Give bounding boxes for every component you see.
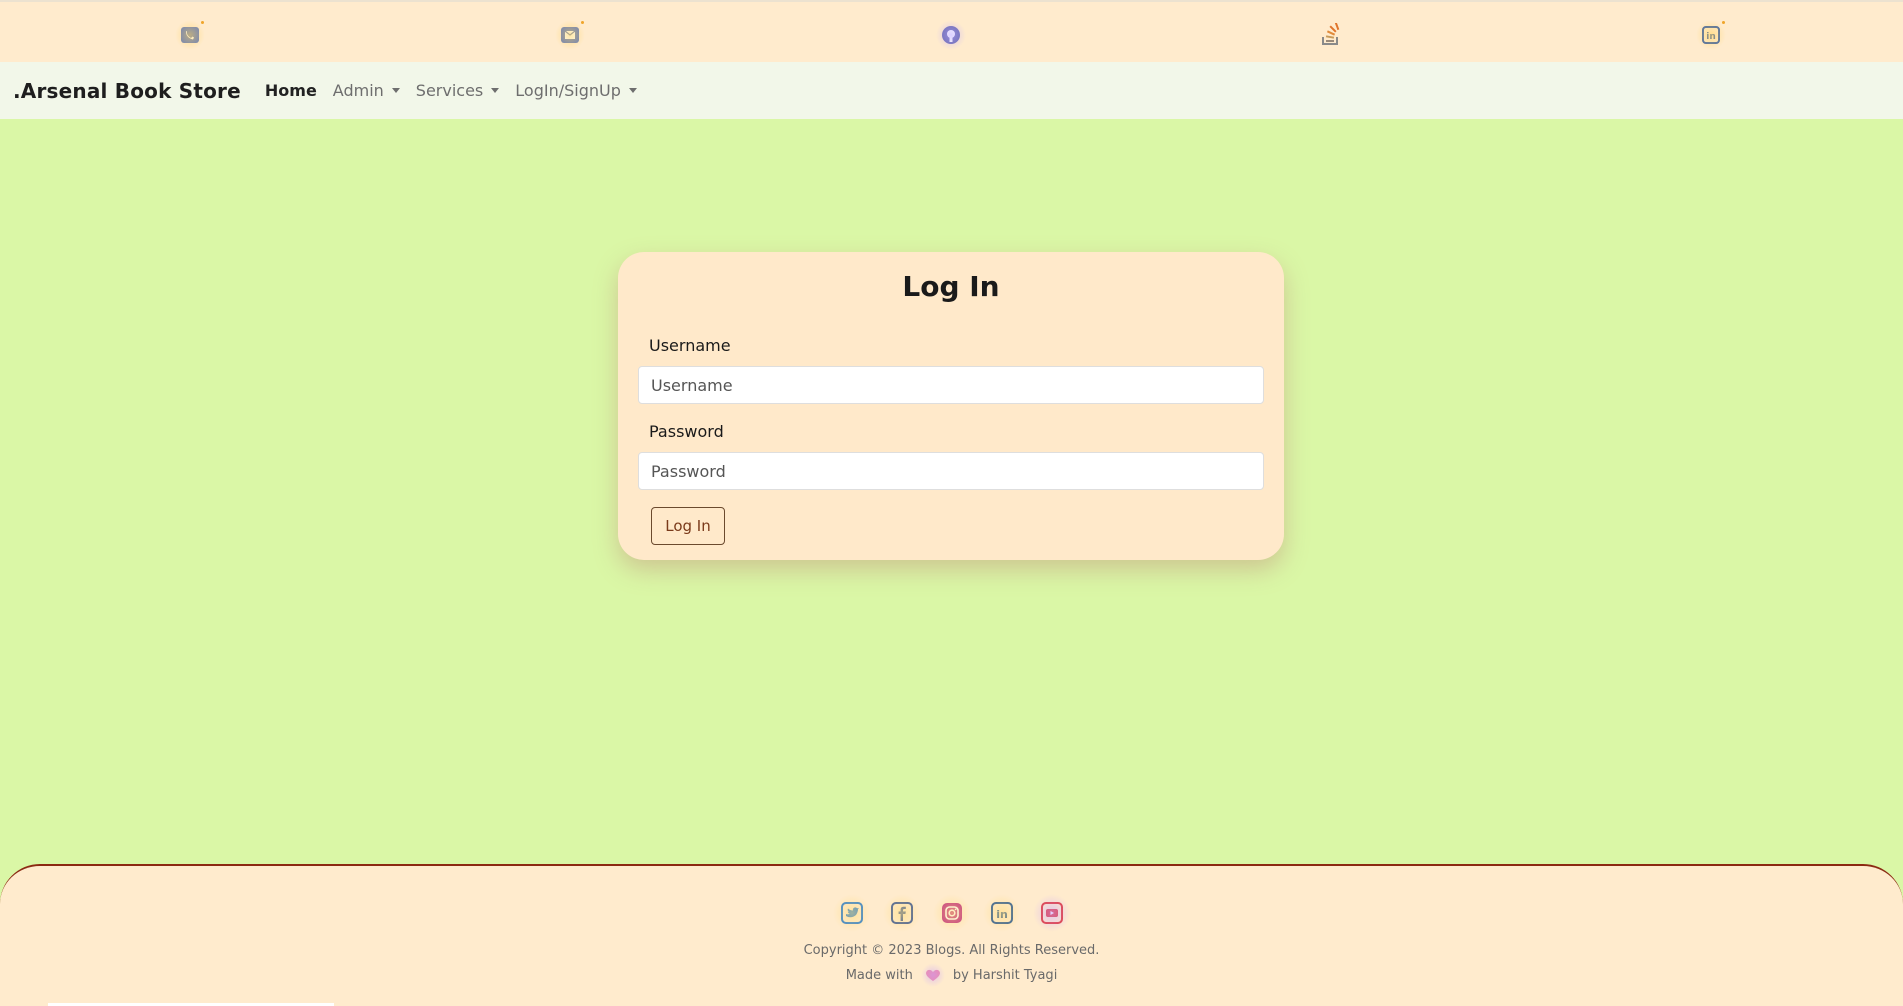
brand-logo[interactable]: .Arsenal Book Store (13, 79, 241, 103)
facebook-icon[interactable] (882, 894, 921, 932)
nav-services-label: Services (415, 81, 484, 100)
login-button[interactable]: Log In (651, 507, 725, 545)
nav-services-dropdown[interactable]: Services (415, 81, 500, 100)
username-input[interactable] (638, 366, 1264, 404)
login-card: Log In Username Password Log In (618, 252, 1284, 560)
username-label: Username (649, 336, 731, 355)
nav-login-signup-label: LogIn/SignUp (515, 81, 621, 100)
password-input[interactable] (638, 452, 1264, 490)
linkedin-icon[interactable]: in (1696, 20, 1726, 50)
email-icon[interactable] (555, 20, 585, 50)
caret-down-icon (628, 88, 637, 93)
contact-bar: in (0, 0, 1903, 62)
nav-admin-label: Admin (332, 81, 384, 100)
nav-admin-dropdown[interactable]: Admin (333, 81, 400, 100)
phone-icon[interactable] (175, 20, 205, 50)
author-text: by Harshit Tyagi (952, 967, 1058, 983)
heart-icon (920, 963, 945, 987)
social-links: in (0, 894, 1903, 932)
linkedin-icon[interactable]: in (982, 894, 1021, 932)
password-label: Password (649, 422, 724, 441)
caret-down-icon (391, 88, 400, 93)
nav-home-label: Home (264, 81, 317, 100)
made-with-line: Made with by Harshit Tyagi (0, 963, 1903, 987)
main-navbar: .Arsenal Book Store Home Admin Services … (0, 62, 1903, 119)
nav-login-signup-dropdown[interactable]: LogIn/SignUp (515, 81, 637, 100)
instagram-icon[interactable] (932, 894, 971, 932)
copyright-text: Copyright © 2023 Blogs. All Rights Reser… (803, 943, 1100, 958)
caret-down-icon (491, 88, 500, 93)
made-with-text: Made with (845, 967, 913, 983)
login-title: Log In (902, 270, 1000, 303)
twitter-icon[interactable] (832, 894, 871, 932)
nav-home[interactable]: Home (265, 81, 317, 100)
stackoverflow-icon[interactable] (1316, 20, 1346, 50)
youtube-icon[interactable] (1032, 894, 1071, 932)
footer: in Copyright © 2023 Blogs. All Rights Re… (0, 864, 1903, 1006)
github-icon[interactable] (936, 20, 966, 50)
